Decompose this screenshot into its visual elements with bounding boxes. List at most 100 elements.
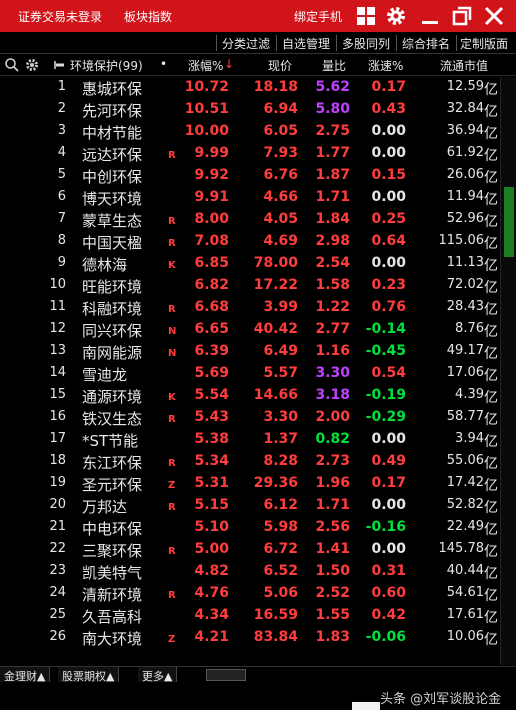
speed-header[interactable]: 涨速% [368, 57, 403, 74]
sector-index-button[interactable]: 板块指数 [124, 8, 172, 25]
table-row[interactable]: 5 中创环保 9.92 6.76 1.87 0.15 26.06 亿 [0, 165, 500, 187]
table-row[interactable]: 25 久吾高科 4.34 16.59 1.55 0.42 17.61 亿 [0, 605, 500, 627]
volume-ratio: 2.00 [315, 409, 350, 425]
change-percent: 4.82 [194, 563, 229, 579]
volume-ratio: 1.58 [315, 277, 350, 293]
table-row[interactable]: 12 同兴环保 N 6.65 40.42 2.77 -0.14 8.76 亿 [0, 319, 500, 341]
table-row[interactable]: 26 南大环境 Z 4.21 83.84 1.83 -0.06 10.06 亿 [0, 627, 500, 649]
change-percent: 5.15 [194, 497, 229, 513]
table-row[interactable]: 2 先河环保 10.51 6.94 5.80 0.43 32.84 亿 [0, 99, 500, 121]
menu-watchlist-manage[interactable]: 自选管理 [282, 35, 330, 52]
table-row[interactable]: 24 清新环境 R 4.76 5.06 2.52 0.60 54.61 亿 [0, 583, 500, 605]
table-row[interactable]: 8 中国天楹 R 7.08 4.69 2.98 0.64 115.06 亿 [0, 231, 500, 253]
current-price: 3.30 [263, 409, 298, 425]
vertical-scrollbar[interactable] [500, 77, 516, 665]
stock-name: 清新环境 [82, 586, 143, 604]
volume-ratio: 1.77 [315, 145, 350, 161]
volume-ratio: 2.73 [315, 453, 350, 469]
current-price: 6.52 [263, 563, 298, 579]
stock-name: 惠城环保 [82, 80, 143, 98]
menu-multi-stock[interactable]: 多股同列 [342, 35, 390, 52]
table-row[interactable]: 7 蒙草生态 R 8.00 4.05 1.84 0.25 52.96 亿 [0, 209, 500, 231]
table-row[interactable]: 6 博天环境 9.91 4.66 1.71 0.00 11.94 亿 [0, 187, 500, 209]
price-header[interactable]: 现价 [268, 57, 292, 74]
stock-name: 南网能源 [82, 344, 143, 362]
unit-yi: 亿 [484, 148, 498, 164]
restore-icon[interactable] [450, 4, 474, 28]
table-row[interactable]: 3 中材节能 10.00 6.05 2.75 0.00 36.94 亿 [0, 121, 500, 143]
change-percent: 9.99 [194, 145, 229, 161]
settings-icon[interactable] [24, 57, 40, 73]
current-price: 6.05 [263, 123, 298, 139]
menu-separator [276, 35, 277, 51]
market-cap-header[interactable]: 流通市值 [440, 57, 488, 74]
stock-name: 万邦达 [82, 498, 128, 516]
menu-custom-layout[interactable]: 定制版面 [460, 35, 508, 52]
watermark: 头条 @刘军谈股论金 [380, 692, 502, 707]
footer-box [352, 702, 380, 710]
speed-percent: 0.00 [371, 541, 406, 557]
change-percent-header[interactable]: 涨幅% [188, 57, 223, 74]
unit-yi: 亿 [484, 390, 498, 406]
pin-icon[interactable] [52, 57, 68, 73]
row-index: 20 [49, 497, 66, 512]
layout-grid-icon[interactable] [354, 4, 378, 28]
table-row[interactable]: 9 德林海 K 6.85 78.00 2.54 0.00 11.13 亿 [0, 253, 500, 275]
table-row[interactable]: 18 东江环保 R 5.34 8.28 2.73 0.49 55.06 亿 [0, 451, 500, 473]
table-row[interactable]: 17 *ST节能 5.38 1.37 0.82 0.00 3.94 亿 [0, 429, 500, 451]
stock-name: 三聚环保 [82, 542, 143, 560]
minimize-icon[interactable] [418, 4, 442, 28]
sort-down-arrow-icon[interactable]: ↓ [224, 57, 234, 71]
title-bar: 证券交易未登录 板块指数 绑定手机 [0, 0, 516, 32]
stock-name: 雪迪龙 [82, 366, 128, 384]
scrollbar-thumb[interactable] [504, 187, 514, 257]
group-name-header[interactable]: 环境保护(99) [70, 57, 143, 74]
table-row[interactable]: 4 远达环保 R 9.99 7.93 1.77 0.00 61.92 亿 [0, 143, 500, 165]
change-percent: 6.82 [194, 277, 229, 293]
market-cap: 3.94 [455, 431, 484, 446]
table-row[interactable]: 11 科融环境 R 6.68 3.99 1.22 0.76 28.43 亿 [0, 297, 500, 319]
market-cap: 40.44 [446, 563, 484, 578]
current-price: 83.84 [253, 629, 298, 645]
volume-ratio-header[interactable]: 量比 [322, 57, 346, 74]
change-percent: 6.85 [194, 255, 229, 271]
table-row[interactable]: 15 通源环境 K 5.54 14.66 3.18 -0.19 4.39 亿 [0, 385, 500, 407]
menu-category-filter[interactable]: 分类过滤 [222, 35, 270, 52]
table-row[interactable]: 23 凯美特气 4.82 6.52 1.50 0.31 40.44 亿 [0, 561, 500, 583]
stock-name: 远达环保 [82, 146, 143, 164]
gear-icon[interactable] [384, 4, 408, 28]
table-row[interactable]: 21 中电环保 5.10 5.98 2.56 -0.16 22.49 亿 [0, 517, 500, 539]
tab-stock-options[interactable]: 股票期权▲ [58, 667, 120, 683]
table-row[interactable]: 19 圣元环保 Z 5.31 29.36 1.96 0.17 17.42 亿 [0, 473, 500, 495]
horizontal-scrollbar[interactable] [206, 669, 246, 681]
change-percent: 5.43 [194, 409, 229, 425]
volume-ratio: 1.22 [315, 299, 350, 315]
stock-name: 博天环境 [82, 190, 143, 208]
row-index: 1 [57, 79, 66, 94]
current-price: 7.93 [263, 145, 298, 161]
row-index: 4 [57, 145, 66, 160]
table-row[interactable]: 1 惠城环保 10.72 18.18 5.62 0.17 12.59 亿 [0, 77, 500, 99]
speed-percent: 0.15 [371, 167, 406, 183]
table-row[interactable]: 20 万邦达 R 5.15 6.12 1.71 0.00 52.82 亿 [0, 495, 500, 517]
change-percent: 4.34 [194, 607, 229, 623]
table-row[interactable]: 16 铁汉生态 R 5.43 3.30 2.00 -0.29 58.77 亿 [0, 407, 500, 429]
volume-ratio: 1.55 [315, 607, 350, 623]
table-row[interactable]: 22 三聚环保 R 5.00 6.72 1.41 0.00 145.78 亿 [0, 539, 500, 561]
change-percent: 6.39 [194, 343, 229, 359]
table-row[interactable]: 10 旺能环境 6.82 17.22 1.58 0.23 72.02 亿 [0, 275, 500, 297]
stock-name: 中电环保 [82, 520, 143, 538]
close-icon[interactable] [482, 4, 506, 28]
tab-finance[interactable]: 金理财▲ [0, 667, 51, 683]
stock-name: 科融环境 [82, 300, 143, 318]
trade-login-status[interactable]: 证券交易未登录 [18, 8, 102, 25]
table-row[interactable]: 13 南网能源 N 6.39 6.49 1.16 -0.45 49.17 亿 [0, 341, 500, 363]
market-cap: 11.94 [446, 189, 484, 204]
table-row[interactable]: 14 雪迪龙 5.69 5.57 3.30 0.54 17.06 亿 [0, 363, 500, 385]
bind-phone-button[interactable]: 绑定手机 [294, 8, 342, 25]
market-cap: 52.82 [446, 497, 484, 512]
stock-name: *ST节能 [82, 432, 139, 450]
search-icon[interactable] [4, 57, 20, 73]
tab-more[interactable]: 更多▲ [138, 667, 178, 683]
menu-composite-rank[interactable]: 综合排名 [402, 35, 450, 52]
